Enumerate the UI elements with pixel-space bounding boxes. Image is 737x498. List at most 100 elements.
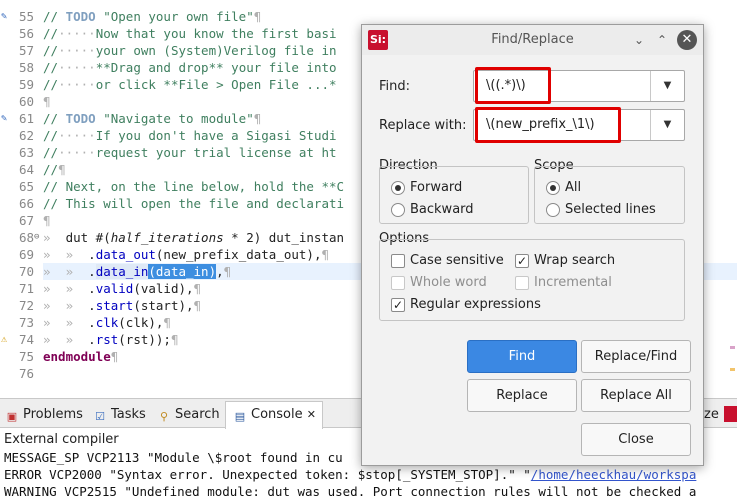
code-line-66: // This will open the file and declarati	[43, 196, 345, 211]
scope-all-radio[interactable]	[546, 181, 560, 195]
console-title: External compiler	[4, 432, 119, 447]
line-number: 68 ⊖	[18, 230, 40, 245]
case-sensitive-checkbox[interactable]	[391, 254, 405, 268]
replace-label: Replace with:	[379, 118, 467, 133]
line-number: 72	[18, 298, 34, 313]
wrap-search-checkbox[interactable]: ✓	[515, 254, 529, 268]
direction-backward-radio[interactable]	[391, 203, 405, 217]
chevron-up-icon[interactable]: ⌃	[653, 31, 671, 49]
chevron-down-icon[interactable]: ⌄	[630, 31, 648, 49]
line-number: 71	[18, 281, 34, 296]
find-history-dropdown[interactable]: ▼	[650, 71, 684, 101]
case-sensitive-label[interactable]: Case sensitive	[410, 253, 504, 268]
line-number: 58	[18, 60, 34, 75]
code-line-70: » » .data_in(data_in),¶	[43, 264, 232, 279]
console-icon: ▤	[234, 410, 246, 423]
find-button[interactable]: Find	[467, 340, 577, 373]
ruler-marker[interactable]	[730, 346, 735, 349]
line-number: 65	[18, 179, 34, 194]
dialog-titlebar[interactable]: Find/Replace Si: ⌄ ⌃ ✕	[362, 25, 703, 55]
tab-problems[interactable]: ▣ Problems	[4, 402, 83, 427]
code-line-56: //·····Now that you know the first basi	[43, 26, 337, 41]
task-marker-icon[interactable]: ✎	[1, 10, 12, 23]
find-label: Find:	[379, 79, 411, 94]
direction-backward-label[interactable]: Backward	[410, 202, 474, 217]
search-icon: ⚲	[159, 410, 169, 423]
problems-icon: ▣	[6, 410, 18, 423]
chevron-down-icon: ▼	[663, 80, 672, 91]
code-line-72: » » .start(start),¶	[43, 298, 202, 313]
scope-selected-lines-label[interactable]: Selected lines	[565, 202, 656, 217]
replace-all-button[interactable]: Replace All	[581, 379, 691, 412]
line-number: 76	[18, 366, 34, 381]
regular-expressions-label[interactable]: Regular expressions	[410, 297, 541, 312]
line-number: 73	[18, 315, 34, 330]
code-line-73: » » .clk(clk),¶	[43, 315, 171, 330]
close-icon[interactable]: ✕	[677, 30, 697, 50]
annotation-highlight-replace	[475, 107, 621, 143]
sigasi-logo-icon: Si:	[368, 30, 388, 50]
console-file-link[interactable]: /home/heeckhau/workspa	[531, 467, 697, 482]
code-line-63: //·····request your trial license at ht	[43, 145, 337, 160]
close-icon[interactable]: ✕	[307, 408, 316, 421]
code-line-68: » dut #(half_iterations * 2) dut_instan	[43, 230, 345, 245]
line-number: 66	[18, 196, 34, 211]
scope-selected-lines-radio[interactable]	[546, 203, 560, 217]
regular-expressions-checkbox[interactable]: ✓	[391, 298, 405, 312]
code-line-57: //·····your own (System)Verilog file in	[43, 43, 337, 58]
tab-tasks[interactable]: ☑ Tasks	[92, 402, 146, 427]
code-line-71: » » .valid(valid),¶	[43, 281, 202, 296]
line-number: 70	[18, 264, 34, 279]
code-line-65: // Next, on the line below, hold the **C	[43, 179, 345, 194]
replace-history-dropdown[interactable]: ▼	[650, 110, 684, 140]
line-number: 74 ⚠	[1, 332, 34, 347]
code-line-74: » » .rst(rst));¶	[43, 332, 179, 347]
console-line: WARNING VCP2515 "Undefined module: dut w…	[4, 484, 697, 498]
tab-search[interactable]: ⚲ Search	[156, 402, 220, 427]
occurrence-highlight: data_in	[95, 264, 149, 279]
replace-button[interactable]: Replace	[467, 379, 577, 412]
code-line-59: //·····or click **File > Open File ...*	[43, 77, 337, 92]
incremental-label[interactable]: Incremental	[534, 275, 612, 290]
scope-all-label[interactable]: All	[565, 180, 581, 195]
overview-ruler[interactable]	[729, 0, 737, 396]
console-line: ERROR VCP2000 "Syntax error. Unexpected …	[4, 467, 697, 482]
line-number: 64	[18, 162, 34, 177]
tab-console[interactable]: ▤ Console ✕	[225, 401, 323, 429]
tasks-icon: ☑	[95, 410, 105, 423]
warning-marker-icon[interactable]: ⚠	[1, 333, 7, 346]
line-number-gutter: 55 ✎ 56 57 58 59 60 61 ✎ 62 63 64 65 66 67 68 ⊖ 69 70 71 72 7…	[0, 0, 40, 396]
line-number: 57	[18, 43, 34, 58]
code-line-55: // TODO "Open your own file"¶	[43, 9, 262, 24]
fold-toggle-icon[interactable]: ⊖	[34, 229, 39, 246]
line-number: 62	[18, 128, 34, 143]
replace-find-button[interactable]: Replace/Find	[581, 340, 691, 373]
tab-partial[interactable]: ze	[704, 402, 719, 427]
line-number: 69	[18, 247, 34, 262]
ruler-marker[interactable]	[730, 368, 735, 371]
code-line-67: ¶	[43, 213, 51, 228]
whole-word-checkbox[interactable]	[391, 276, 405, 290]
line-number: 63	[18, 145, 34, 160]
code-line-69: » » .data_out(new_prefix_data_out),¶	[43, 247, 330, 262]
code-line-75: endmodule¶	[43, 349, 119, 364]
direction-forward-label[interactable]: Forward	[410, 180, 462, 195]
line-number: 56	[18, 26, 34, 41]
text-selection: (data_in)	[148, 264, 217, 279]
whole-word-label[interactable]: Whole word	[410, 275, 487, 290]
line-number: 55 ✎	[1, 9, 34, 24]
code-line-58: //·····**Drag and drop** your file into	[43, 60, 337, 75]
task-marker-icon[interactable]: ✎	[1, 112, 12, 125]
chevron-down-icon: ▼	[663, 119, 672, 130]
incremental-checkbox[interactable]	[515, 276, 529, 290]
direction-forward-radio[interactable]	[391, 181, 405, 195]
close-button[interactable]: Close	[581, 423, 691, 456]
code-line-64: //¶	[43, 162, 66, 177]
find-replace-dialog: Find/Replace Si: ⌄ ⌃ ✕ Find: \((.*)\) ▼ …	[361, 24, 704, 466]
dialog-title: Find/Replace	[491, 32, 574, 47]
console-line: MESSAGE_SP VCP2113 "Module \$root found …	[4, 450, 343, 465]
code-line-61: // TODO "Navigate to module"¶	[43, 111, 262, 126]
annotation-highlight-find	[475, 67, 551, 104]
wrap-search-label[interactable]: Wrap search	[534, 253, 615, 268]
sigasi-icon	[724, 406, 737, 422]
